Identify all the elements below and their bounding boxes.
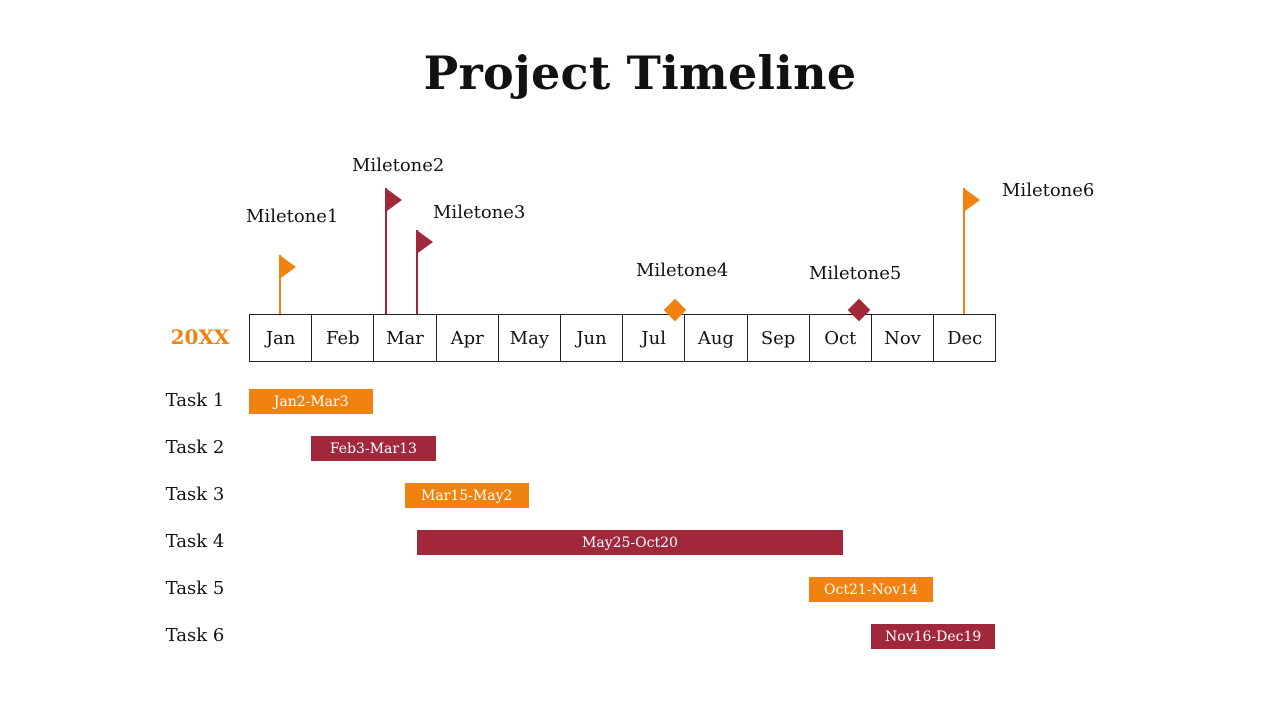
- month-header-row: Jan Feb Mar Apr May Jun Jul Aug Sep Oct Nov Dec: [249, 314, 997, 362]
- milestone-label: Miletone2: [352, 155, 445, 176]
- task-label: Task 6: [165, 625, 225, 646]
- month-cell: May: [499, 315, 561, 361]
- month-cell: Oct: [810, 315, 872, 361]
- month-cell: Mar: [374, 315, 437, 361]
- flag-icon: [386, 189, 402, 211]
- milestone-label: Miletone4: [636, 260, 729, 281]
- month-cell: Feb: [312, 315, 375, 361]
- milestone-label: Miletone5: [809, 263, 902, 284]
- month-cell: Jan: [250, 315, 313, 361]
- task-label: Task 3: [165, 484, 225, 505]
- task-label: Task 5: [165, 578, 225, 599]
- month-cell: Nov: [872, 315, 935, 361]
- task-bar: Feb3-Mar13: [311, 436, 436, 461]
- month-cell: Aug: [685, 315, 748, 361]
- flag-icon: [281, 256, 297, 278]
- page-title: Project Timeline: [423, 46, 857, 100]
- task-bar: Oct21-Nov14: [808, 577, 934, 602]
- milestone-label: Miletone1: [246, 206, 339, 227]
- task-bar: May25-Oct20: [416, 530, 843, 555]
- task-label: Task 2: [165, 437, 225, 458]
- milestone-label: Miletone6: [1002, 180, 1095, 201]
- month-cell: Apr: [437, 315, 499, 361]
- task-bar: Nov16-Dec19: [871, 624, 996, 649]
- task-label: Task 1: [165, 390, 225, 411]
- milestone-label: Miletone3: [433, 202, 526, 223]
- flag-icon: [417, 231, 433, 253]
- year-label: 20XX: [170, 325, 230, 349]
- flag-icon: [965, 189, 981, 211]
- task-bar: Jan2-Mar3: [249, 389, 374, 414]
- month-cell: Sep: [748, 315, 810, 361]
- month-cell: Jul: [623, 315, 686, 361]
- task-label: Task 4: [165, 531, 225, 552]
- month-cell: Jun: [561, 315, 624, 361]
- month-cell: Dec: [947, 327, 983, 349]
- task-bar: Mar15-May2: [404, 483, 529, 508]
